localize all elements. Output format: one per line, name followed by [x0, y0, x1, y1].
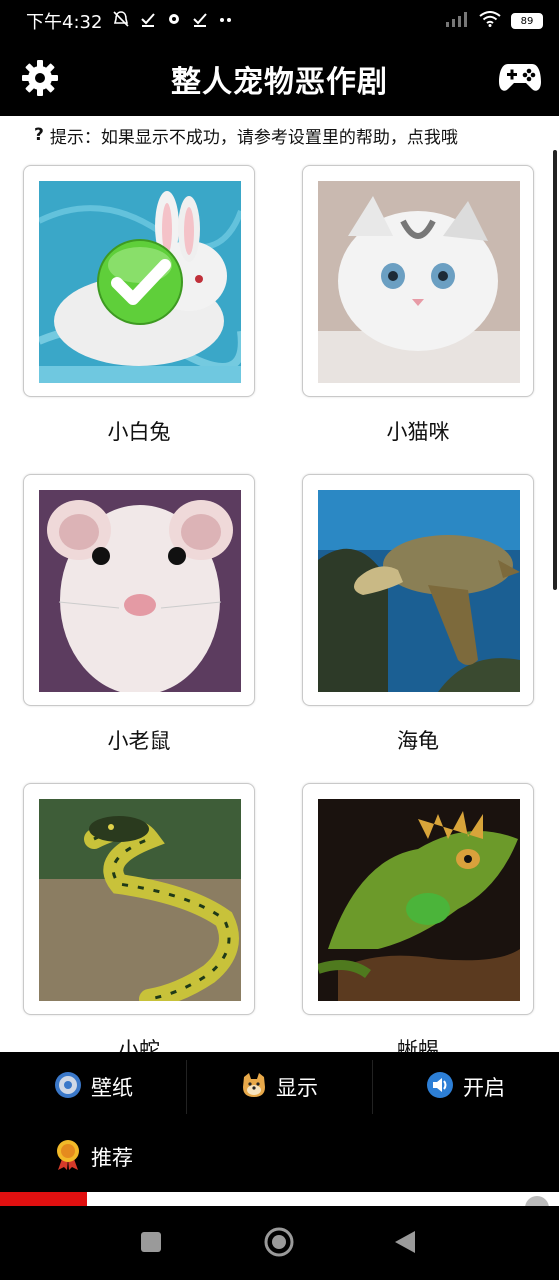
home-circle-icon [263, 1226, 295, 1262]
gear-icon [20, 58, 60, 102]
gear-icon [53, 1070, 83, 1105]
signal-icon [445, 11, 469, 31]
home-button[interactable] [259, 1224, 299, 1264]
recent-apps-button[interactable] [131, 1224, 171, 1264]
tab-wallpaper-label: 壁纸 [91, 1076, 133, 1100]
tab-display[interactable]: 显示 [186, 1052, 372, 1122]
pet-grid: 小白兔 小猫咪 小老鼠 海龟 小蛇 蜥蜴 [0, 154, 559, 1052]
tab-recommend-label: 推荐 [91, 1146, 133, 1170]
back-button[interactable] [385, 1224, 425, 1264]
status-time: 下午4:32 [26, 12, 103, 33]
help-hint-link[interactable]: ? 提示：如果显示不成功，请参考设置里的帮助，点我哦 [0, 116, 559, 154]
tab-enable-label: 开启 [463, 1076, 505, 1100]
pet-label-iguana: 蜥蜴 [397, 1038, 439, 1052]
scrollbar[interactable] [553, 150, 557, 590]
ad-banner[interactable] [0, 1192, 559, 1220]
page-title: 整人宠物恶作剧 [171, 65, 388, 100]
rabbit-image [39, 181, 241, 383]
pet-card-snake[interactable] [23, 783, 255, 1015]
pet-card-kitten[interactable] [302, 165, 534, 397]
bell-off-icon [112, 10, 130, 33]
medal-icon [53, 1139, 83, 1176]
game-button[interactable] [497, 56, 543, 102]
tab-enable[interactable]: 开启 [372, 1052, 558, 1122]
help-question-icon: ? [34, 125, 44, 145]
doge-icon [240, 1071, 268, 1104]
download-check-icon [140, 11, 156, 32]
square-icon [139, 1230, 163, 1258]
pet-card-mouse[interactable] [23, 474, 255, 706]
pet-label-snake: 小蛇 [118, 1038, 160, 1052]
mouse-image [39, 490, 241, 692]
download-check-icon-2 [192, 11, 208, 32]
tab-wallpaper[interactable]: 壁纸 [0, 1052, 186, 1122]
selected-check-icon [97, 239, 183, 325]
turtle-image [318, 490, 520, 692]
status-bar: 下午4:32 89 [0, 0, 559, 42]
snake-image [39, 799, 241, 1001]
pet-label-mouse: 小老鼠 [107, 729, 171, 753]
battery-icon: 89 [511, 13, 543, 29]
ad-red-block [0, 1192, 87, 1206]
tab-display-label: 显示 [276, 1076, 318, 1100]
settings-button[interactable] [18, 58, 62, 102]
pet-card-iguana[interactable] [302, 783, 534, 1015]
pet-card-turtle[interactable] [302, 474, 534, 706]
speaker-icon [425, 1070, 455, 1105]
wifi-icon [479, 11, 501, 31]
more-dots-icon [218, 11, 234, 32]
bottom-action-bar: 壁纸 显示 开启 推荐 [0, 1052, 559, 1192]
gamepad-icon [498, 60, 542, 98]
pet-card-rabbit[interactable] [23, 165, 255, 397]
gear-small-icon [166, 11, 182, 32]
iguana-image [318, 799, 520, 1001]
battery-level: 89 [520, 15, 534, 27]
tab-recommend[interactable]: 推荐 [0, 1122, 186, 1192]
pet-label-rabbit: 小白兔 [107, 420, 171, 444]
pet-label-turtle: 海龟 [397, 729, 439, 753]
kitten-image [318, 181, 520, 383]
back-triangle-icon [393, 1229, 417, 1259]
pet-label-kitten: 小猫咪 [386, 420, 450, 444]
system-nav-bar [0, 1206, 559, 1280]
app-bar: 整人宠物恶作剧 [0, 42, 559, 116]
help-hint-text: 提示：如果显示不成功，请参考设置里的帮助，点我哦 [49, 127, 458, 148]
